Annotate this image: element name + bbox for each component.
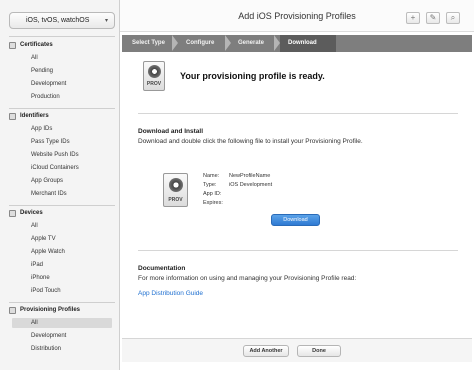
sidebar-item-website-push-ids[interactable]: Website Push IDs: [14, 150, 114, 160]
page-title: Add iOS Provisioning Profiles: [238, 11, 356, 21]
sidebar-item-certificates-development[interactable]: Development: [14, 79, 114, 89]
identifier-icon: [9, 112, 16, 120]
sidebar-item-devices-all[interactable]: All: [14, 221, 114, 231]
documentation-title: Documentation: [138, 265, 186, 272]
certificate-icon: [9, 41, 16, 49]
divider: [9, 36, 115, 37]
sidebar-item-ipad[interactable]: iPad: [14, 260, 114, 270]
title-bar: Add iOS Provisioning Profiles + ✎ ⌕: [120, 0, 474, 32]
sidebar-item-apple-watch[interactable]: Apple Watch: [14, 247, 114, 257]
divider: [9, 205, 115, 206]
step-separator: [172, 35, 178, 51]
search-icon: ⌕: [450, 13, 456, 22]
sidebar-section-certificates: Certificates: [9, 40, 53, 50]
gear-icon: [169, 178, 183, 192]
provisioning-icon: [9, 306, 16, 314]
sidebar-item-merchant-ids[interactable]: Merchant IDs: [14, 189, 114, 199]
step-configure: Configure: [186, 40, 215, 46]
profile-name-value: NewProfileName: [229, 173, 271, 179]
sidebar-item-certificates-pending[interactable]: Pending: [14, 66, 114, 76]
app-distribution-guide-link[interactable]: App Distribution Guide: [138, 290, 203, 297]
sidebar: iOS, tvOS, watchOS ▾ Certificates All Pe…: [0, 0, 120, 370]
sidebar-item-certificates-production[interactable]: Production: [14, 92, 114, 102]
step-separator: [274, 35, 280, 51]
profile-file-icon: PROV: [163, 173, 188, 207]
sidebar-section-devices: Devices: [9, 208, 43, 218]
sidebar-item-profiles-all[interactable]: All: [12, 318, 112, 328]
plus-icon: +: [410, 13, 416, 22]
profile-appid-label: App ID:: [203, 191, 222, 197]
steps-bar: Select Type Configure Generate Download: [122, 35, 472, 52]
gear-icon: [148, 65, 161, 78]
sidebar-item-pass-type-ids[interactable]: Pass Type IDs: [14, 137, 114, 147]
download-section-description: Download and double click the following …: [138, 138, 363, 145]
chevron-down-icon: ▾: [104, 18, 108, 24]
done-button[interactable]: Done: [297, 345, 341, 357]
pencil-icon: ✎: [429, 13, 437, 22]
sidebar-item-profiles-development[interactable]: Development: [14, 331, 114, 341]
step-download: Download: [288, 40, 317, 46]
platform-select[interactable]: iOS, tvOS, watchOS ▾: [9, 12, 115, 29]
download-button[interactable]: Download: [271, 214, 320, 226]
device-icon: [9, 209, 16, 217]
divider: [138, 113, 458, 114]
divider: [138, 250, 458, 251]
platform-select-label: iOS, tvOS, watchOS: [26, 17, 90, 24]
ready-message: Your provisioning profile is ready.: [180, 71, 325, 81]
sidebar-item-apple-tv[interactable]: Apple TV: [14, 234, 114, 244]
divider: [9, 108, 115, 109]
sidebar-item-certificates-all[interactable]: All: [14, 53, 114, 63]
profile-type-value: iOS Development: [229, 182, 273, 188]
sidebar-item-app-ids[interactable]: App IDs: [14, 124, 114, 134]
documentation-description: For more information on using and managi…: [138, 275, 357, 282]
step-select-type: Select Type: [132, 40, 165, 46]
divider: [9, 302, 115, 303]
provisioning-profile-icon: PROV: [143, 61, 165, 91]
add-button[interactable]: +: [406, 12, 420, 24]
step-generate: Generate: [238, 40, 265, 46]
search-button[interactable]: ⌕: [446, 12, 460, 24]
step-separator: [225, 35, 231, 51]
sidebar-section-identifiers: Identifiers: [9, 111, 49, 121]
sidebar-section-provisioning-profiles: Provisioning Profiles: [9, 305, 80, 315]
sidebar-item-icloud-containers[interactable]: iCloud Containers: [14, 163, 114, 173]
sidebar-item-app-groups[interactable]: App Groups: [14, 176, 114, 186]
sidebar-item-ipod-touch[interactable]: iPod Touch: [14, 286, 114, 296]
profile-expires-label: Expires:: [203, 200, 223, 206]
sidebar-item-profiles-distribution[interactable]: Distribution: [14, 344, 114, 354]
sidebar-item-iphone[interactable]: iPhone: [14, 273, 114, 283]
edit-button[interactable]: ✎: [426, 12, 440, 24]
download-section-title: Download and Install: [138, 128, 204, 135]
add-another-button[interactable]: Add Another: [243, 345, 289, 357]
